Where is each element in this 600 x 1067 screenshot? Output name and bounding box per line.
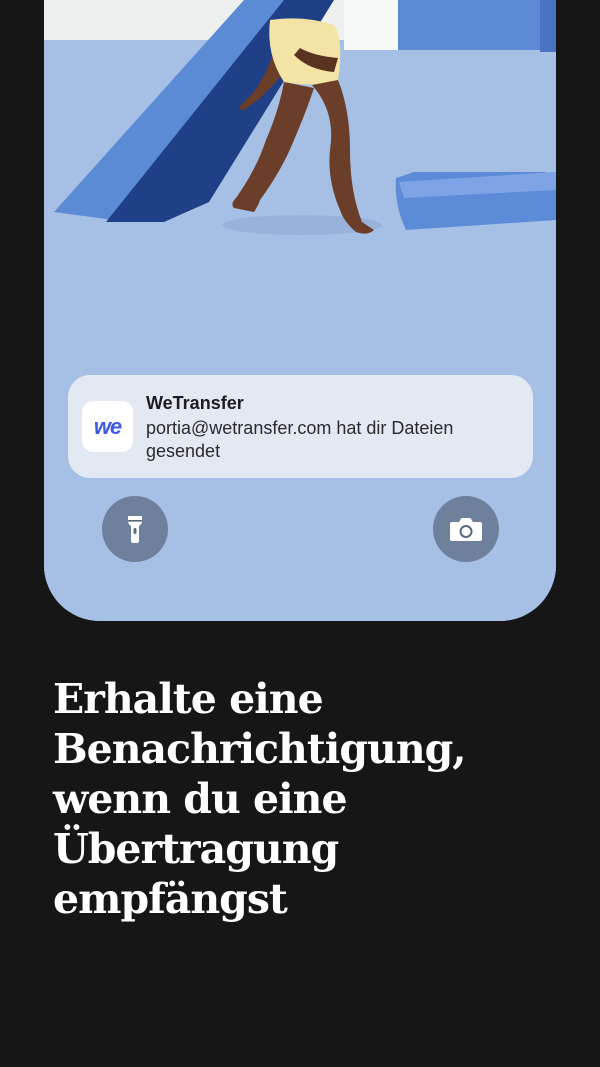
phone-mockup: we WeTransfer portia@wetransfer.com hat … [44,0,556,621]
flashlight-icon [128,516,142,543]
camera-icon [450,518,482,541]
wetransfer-app-icon: we [82,401,133,452]
flashlight-button[interactable] [102,496,168,562]
camera-button[interactable] [433,496,499,562]
wetransfer-notification[interactable]: we WeTransfer portia@wetransfer.com hat … [68,375,533,478]
page-headline: Erhalte eine Benachrichtigung, wenn du e… [53,675,467,923]
app-icon-logo: we [93,413,122,439]
notification-message: portia@wetransfer.com hat dir Dateien ge… [146,418,454,461]
notification-app-name: WeTransfer [146,393,244,413]
